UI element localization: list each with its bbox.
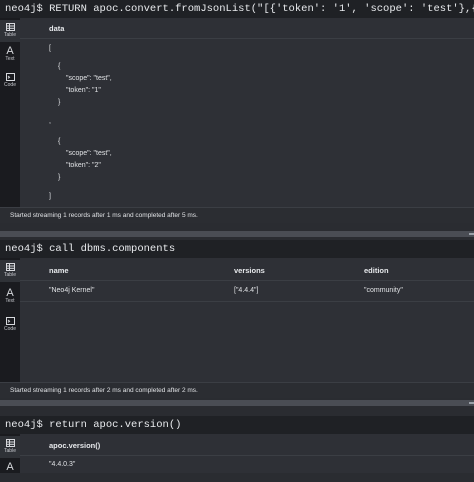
- text-icon: A: [6, 460, 14, 473]
- result-frame: [0, 258, 474, 398]
- json-line: ,: [49, 118, 51, 125]
- text-icon: A: [6, 286, 14, 299]
- result-view-sidebar: Table A Text Code: [0, 18, 20, 207]
- code-icon: [5, 71, 15, 82]
- header-divider: [20, 38, 474, 39]
- column-header-edition: edition: [364, 266, 389, 275]
- table-view-label: Table: [4, 272, 16, 278]
- text-view-label: Text: [5, 298, 15, 304]
- header-divider: [20, 280, 474, 281]
- code-view-label: Code: [4, 326, 16, 332]
- scrollbar-marker[interactable]: [469, 402, 474, 404]
- json-line: "token": "1": [66, 87, 101, 94]
- cell-versions: ["4.4.4"]: [234, 287, 259, 294]
- json-line: {: [58, 138, 61, 145]
- text-view-label: Text: [5, 56, 15, 62]
- column-header-data: data: [49, 24, 65, 33]
- table-view-button[interactable]: Table: [0, 260, 20, 282]
- column-header-name: name: [49, 266, 69, 275]
- json-line: }: [58, 99, 61, 106]
- code-icon: [5, 315, 15, 326]
- table-icon: [5, 261, 15, 272]
- result-view-sidebar: Table A Text Code: [0, 258, 20, 382]
- json-line: {: [58, 63, 61, 70]
- json-line: }: [58, 174, 61, 181]
- result-view-sidebar: Table A: [0, 434, 20, 473]
- code-view-label: Code: [4, 82, 16, 88]
- text-view-button[interactable]: A: [0, 460, 20, 482]
- cell-apoc-version: "4.4.0.3": [49, 461, 76, 468]
- query-command-bar[interactable]: neo4j$ return apoc.version(): [0, 416, 474, 434]
- table-view-label: Table: [4, 32, 16, 38]
- header-divider: [20, 455, 474, 456]
- cell-edition: "community": [364, 287, 403, 294]
- scrollbar-marker[interactable]: [469, 233, 474, 235]
- frame-divider: [0, 231, 474, 237]
- table-view-button[interactable]: Table: [0, 20, 20, 42]
- row-divider: [20, 301, 474, 302]
- json-line: [: [49, 45, 51, 52]
- table-view-button[interactable]: Table: [0, 436, 20, 458]
- json-line: ]: [49, 193, 51, 200]
- result-frame: [0, 18, 474, 223]
- code-view-button[interactable]: Code: [0, 70, 20, 92]
- status-message: Started streaming 1 records after 2 ms a…: [0, 382, 474, 398]
- json-line: "token": "2": [66, 162, 101, 169]
- query-command-bar[interactable]: neo4j$ call dbms.components: [0, 240, 474, 258]
- table-view-label: Table: [4, 448, 16, 454]
- code-view-button[interactable]: Code: [0, 314, 20, 336]
- text-view-button[interactable]: A Text: [0, 44, 20, 66]
- status-message: Started streaming 1 records after 1 ms a…: [0, 207, 474, 223]
- column-header-apoc-version: apoc.version(): [49, 441, 101, 450]
- table-icon: [5, 21, 15, 32]
- cell-name: "Neo4j Kernel": [49, 287, 95, 294]
- table-icon: [5, 437, 15, 448]
- json-line: "scope": "test",: [66, 75, 112, 82]
- query-command-bar[interactable]: neo4j$ RETURN apoc.convert.fromJsonList(…: [0, 0, 474, 18]
- text-icon: A: [6, 44, 14, 57]
- text-view-button[interactable]: A Text: [0, 286, 20, 308]
- column-header-versions: versions: [234, 266, 265, 275]
- json-line: "scope": "test",: [66, 150, 112, 157]
- frame-divider: [0, 400, 474, 406]
